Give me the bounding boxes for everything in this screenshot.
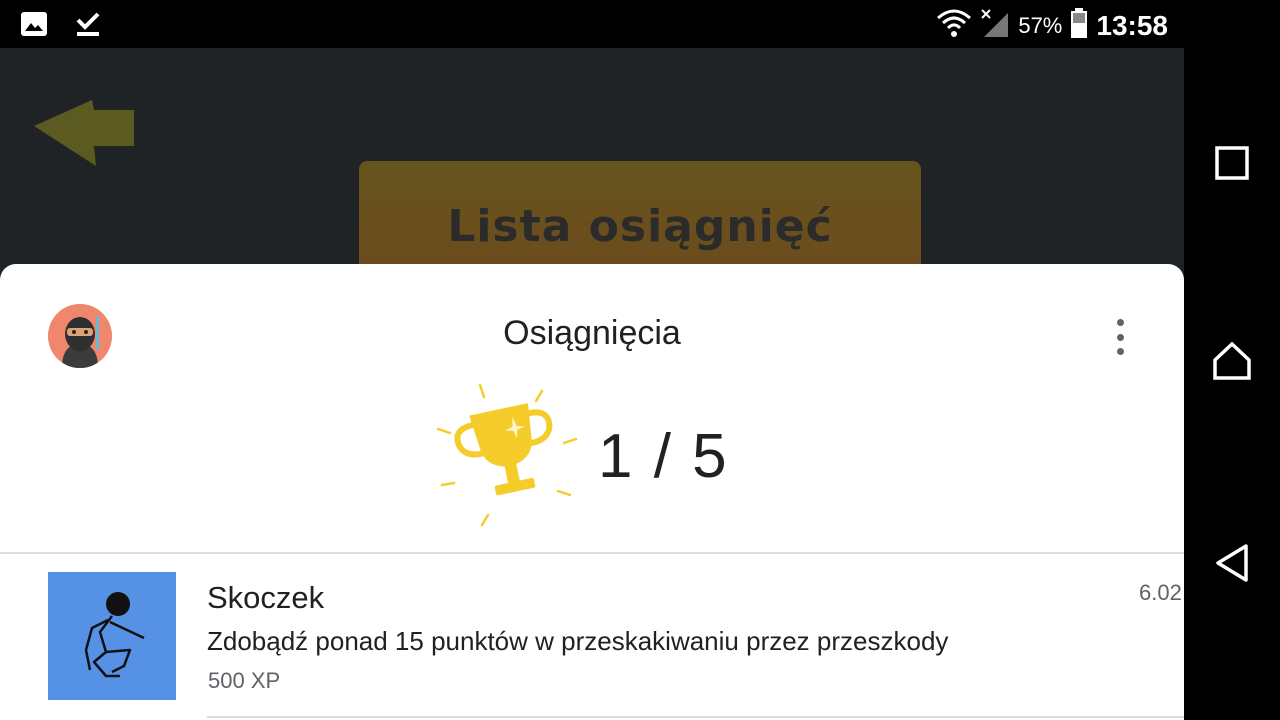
- battery-percent: 57%: [1018, 12, 1063, 38]
- achievement-description: Zdobądź ponad 15 punktów w przeskakiwani…: [207, 626, 949, 656]
- achievement-name: Skoczek: [207, 580, 325, 615]
- achievement-item[interactable]: Skoczek Zdobądź ponad 15 punktów w przes…: [0, 554, 1184, 720]
- game-title: Lista osiągnięć: [447, 200, 833, 252]
- download-done-icon: [74, 10, 102, 43]
- back-icon[interactable]: [1212, 543, 1252, 583]
- back-arrow-icon[interactable]: [30, 100, 138, 173]
- achievement-progress: 1 / 5: [430, 379, 729, 534]
- signal-off-icon: [980, 8, 1010, 43]
- more-options-icon[interactable]: [1105, 319, 1135, 355]
- wifi-icon: [936, 8, 972, 43]
- trophy-icon: [430, 379, 580, 534]
- sheet-title: Osiągnięcia: [503, 314, 681, 352]
- battery-icon: [1070, 8, 1088, 43]
- home-icon[interactable]: [1212, 340, 1252, 380]
- achievement-thumbnail: [48, 572, 176, 700]
- achievement-xp: 500 XP: [208, 668, 281, 693]
- clock: 13:58: [1096, 9, 1168, 41]
- status-bar: 57% 13:58: [0, 0, 1184, 48]
- achievement-date: 6.02: [1139, 580, 1182, 605]
- navigation-bar: [1184, 0, 1280, 720]
- progress-count: 1 / 5: [598, 422, 729, 491]
- image-icon: [20, 11, 48, 42]
- row-divider: [207, 716, 1184, 718]
- recents-icon[interactable]: [1212, 143, 1252, 183]
- achievements-sheet: Osiągnięcia 1 / 5 Skoczek Zdobądź ponad …: [0, 264, 1184, 720]
